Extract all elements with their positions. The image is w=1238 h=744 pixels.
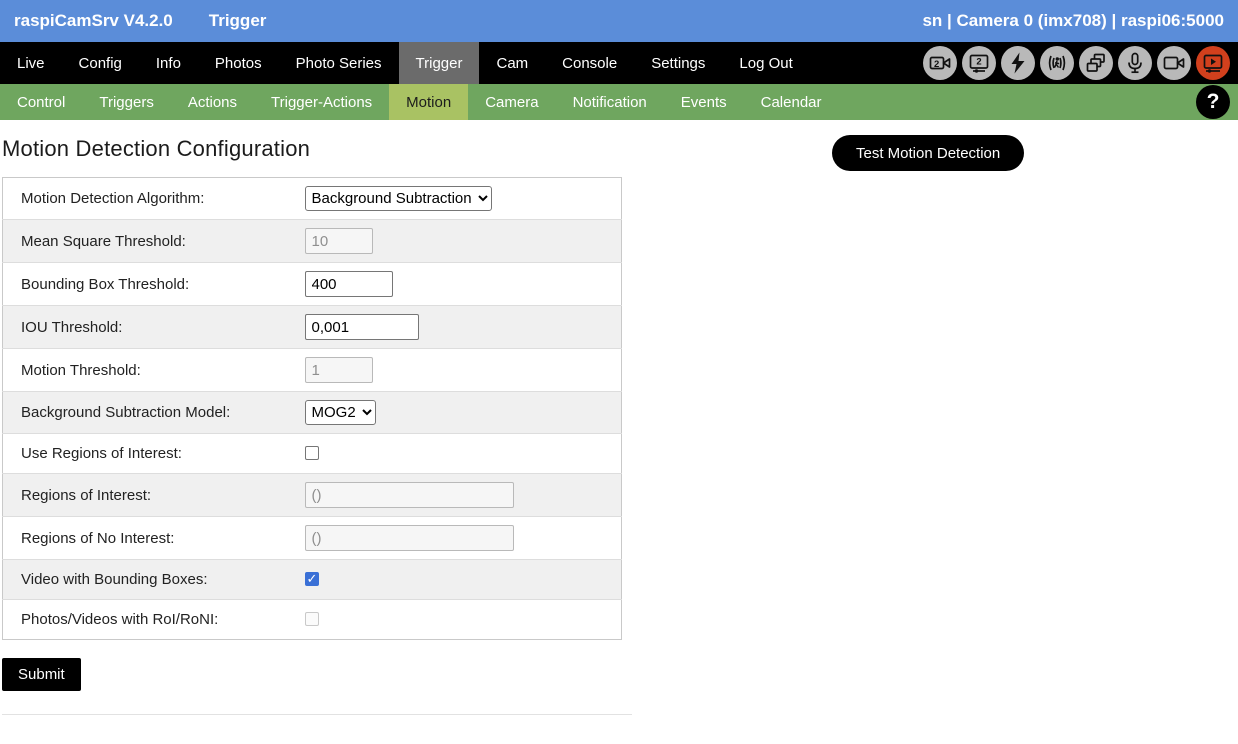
sub-nav-item-motion[interactable]: Motion	[389, 84, 468, 120]
field-label-use-regions-of-interest: Use Regions of Interest:	[3, 434, 305, 474]
field-label-motion-threshold: Motion Threshold:	[3, 349, 305, 392]
main-nav-item-photo-series[interactable]: Photo Series	[279, 42, 399, 84]
checkbox-photosvideos-with-roironi	[305, 612, 319, 626]
page-heading: Motion Detection Configuration	[2, 136, 1238, 162]
main-nav-items: LiveConfigInfoPhotosPhoto SeriesTriggerC…	[0, 42, 810, 84]
content-area: Motion Detection Configuration Test Moti…	[0, 120, 1238, 715]
motion-config-form: Motion Detection Algorithm:Background Su…	[2, 177, 622, 640]
sub-nav-item-calendar[interactable]: Calendar	[744, 84, 839, 120]
camera-status-text: sn | Camera 0 (imx708) | raspi06:5000	[922, 11, 1224, 31]
main-nav-item-trigger[interactable]: Trigger	[399, 42, 480, 84]
main-nav-spacer	[810, 42, 923, 84]
video-camera-2-icon[interactable]: 2	[923, 46, 957, 80]
main-nav: LiveConfigInfoPhotosPhoto SeriesTriggerC…	[0, 42, 1238, 84]
sub-nav-item-events[interactable]: Events	[664, 84, 744, 120]
header-page-title: Trigger	[209, 11, 267, 31]
app-header: raspiCamSrv V4.2.0 Trigger sn | Camera 0…	[0, 0, 1238, 42]
select-motion-detection-algorithm[interactable]: Background Subtraction	[305, 186, 492, 211]
sub-nav-spacer	[839, 84, 1197, 120]
form-row-motion-detection-algorithm: Motion Detection Algorithm:Background Su…	[3, 178, 622, 220]
display-2-icon[interactable]: 2	[962, 46, 996, 80]
form-row-video-with-bounding-boxes: Video with Bounding Boxes:	[3, 560, 622, 600]
sub-nav-item-trigger-actions[interactable]: Trigger-Actions	[254, 84, 389, 120]
checkbox-use-regions-of-interest[interactable]	[305, 446, 319, 460]
main-nav-item-console[interactable]: Console	[545, 42, 634, 84]
form-row-motion-threshold: Motion Threshold:	[3, 349, 622, 392]
sub-nav-item-control[interactable]: Control	[0, 84, 82, 120]
app-title: raspiCamSrv V4.2.0	[14, 11, 173, 31]
select-background-subtraction-model[interactable]: MOG2	[305, 400, 376, 425]
main-nav-item-log-out[interactable]: Log Out	[722, 42, 809, 84]
field-label-bounding-box-threshold: Bounding Box Threshold:	[3, 263, 305, 306]
field-label-mean-square-threshold: Mean Square Threshold:	[3, 220, 305, 263]
main-nav-item-photos[interactable]: Photos	[198, 42, 279, 84]
form-row-mean-square-threshold: Mean Square Threshold:	[3, 220, 622, 263]
field-label-video-with-bounding-boxes: Video with Bounding Boxes:	[3, 560, 305, 600]
microphone-icon[interactable]	[1118, 46, 1152, 80]
main-nav-item-settings[interactable]: Settings	[634, 42, 722, 84]
lightning-bolt-icon[interactable]	[1001, 46, 1035, 80]
field-label-motion-detection-algorithm: Motion Detection Algorithm:	[3, 178, 305, 220]
input-regions-of-no-interest	[305, 525, 514, 551]
sub-nav-item-notification[interactable]: Notification	[556, 84, 664, 120]
svg-text:2: 2	[976, 57, 981, 68]
bottom-divider	[2, 714, 632, 715]
test-motion-detection-button[interactable]: Test Motion Detection	[832, 135, 1024, 171]
video-player-icon[interactable]	[1196, 46, 1230, 80]
input-regions-of-interest	[305, 482, 514, 508]
input-mean-square-threshold	[305, 228, 373, 254]
field-label-regions-of-interest: Regions of Interest:	[3, 474, 305, 517]
input-motion-threshold	[305, 357, 373, 383]
form-row-iou-threshold: IOU Threshold:	[3, 306, 622, 349]
input-bounding-box-threshold[interactable]	[305, 271, 393, 297]
form-row-use-regions-of-interest: Use Regions of Interest:	[3, 434, 622, 474]
form-row-regions-of-no-interest: Regions of No Interest:	[3, 517, 622, 560]
sub-nav-items: ControlTriggersActionsTrigger-ActionsMot…	[0, 84, 839, 120]
field-label-iou-threshold: IOU Threshold:	[3, 306, 305, 349]
sub-nav-item-actions[interactable]: Actions	[171, 84, 254, 120]
svg-text:2: 2	[934, 59, 939, 70]
input-iou-threshold[interactable]	[305, 314, 419, 340]
nav-icons: 22	[923, 42, 1238, 84]
form-row-background-subtraction-model: Background Subtraction Model:MOG2	[3, 392, 622, 434]
help-icon[interactable]: ?	[1196, 85, 1230, 119]
checkbox-video-with-bounding-boxes[interactable]	[305, 572, 319, 586]
field-label-photosvideos-with-roironi: Photos/Videos with RoI/RoNI:	[3, 600, 305, 640]
main-nav-item-info[interactable]: Info	[139, 42, 198, 84]
form-row-regions-of-interest: Regions of Interest:	[3, 474, 622, 517]
sub-nav: ControlTriggersActionsTrigger-ActionsMot…	[0, 84, 1238, 120]
video-camera-icon[interactable]	[1157, 46, 1191, 80]
sub-nav-item-camera[interactable]: Camera	[468, 84, 555, 120]
field-label-background-subtraction-model: Background Subtraction Model:	[3, 392, 305, 434]
photo-stack-icon[interactable]	[1079, 46, 1113, 80]
field-label-regions-of-no-interest: Regions of No Interest:	[3, 517, 305, 560]
main-nav-item-cam[interactable]: Cam	[479, 42, 545, 84]
main-nav-item-live[interactable]: Live	[0, 42, 62, 84]
motion-sensor-icon[interactable]	[1040, 46, 1074, 80]
form-row-bounding-box-threshold: Bounding Box Threshold:	[3, 263, 622, 306]
main-nav-item-config[interactable]: Config	[62, 42, 139, 84]
sub-nav-item-triggers[interactable]: Triggers	[82, 84, 170, 120]
submit-button[interactable]: Submit	[2, 658, 81, 691]
form-row-photosvideos-with-roironi: Photos/Videos with RoI/RoNI:	[3, 600, 622, 640]
